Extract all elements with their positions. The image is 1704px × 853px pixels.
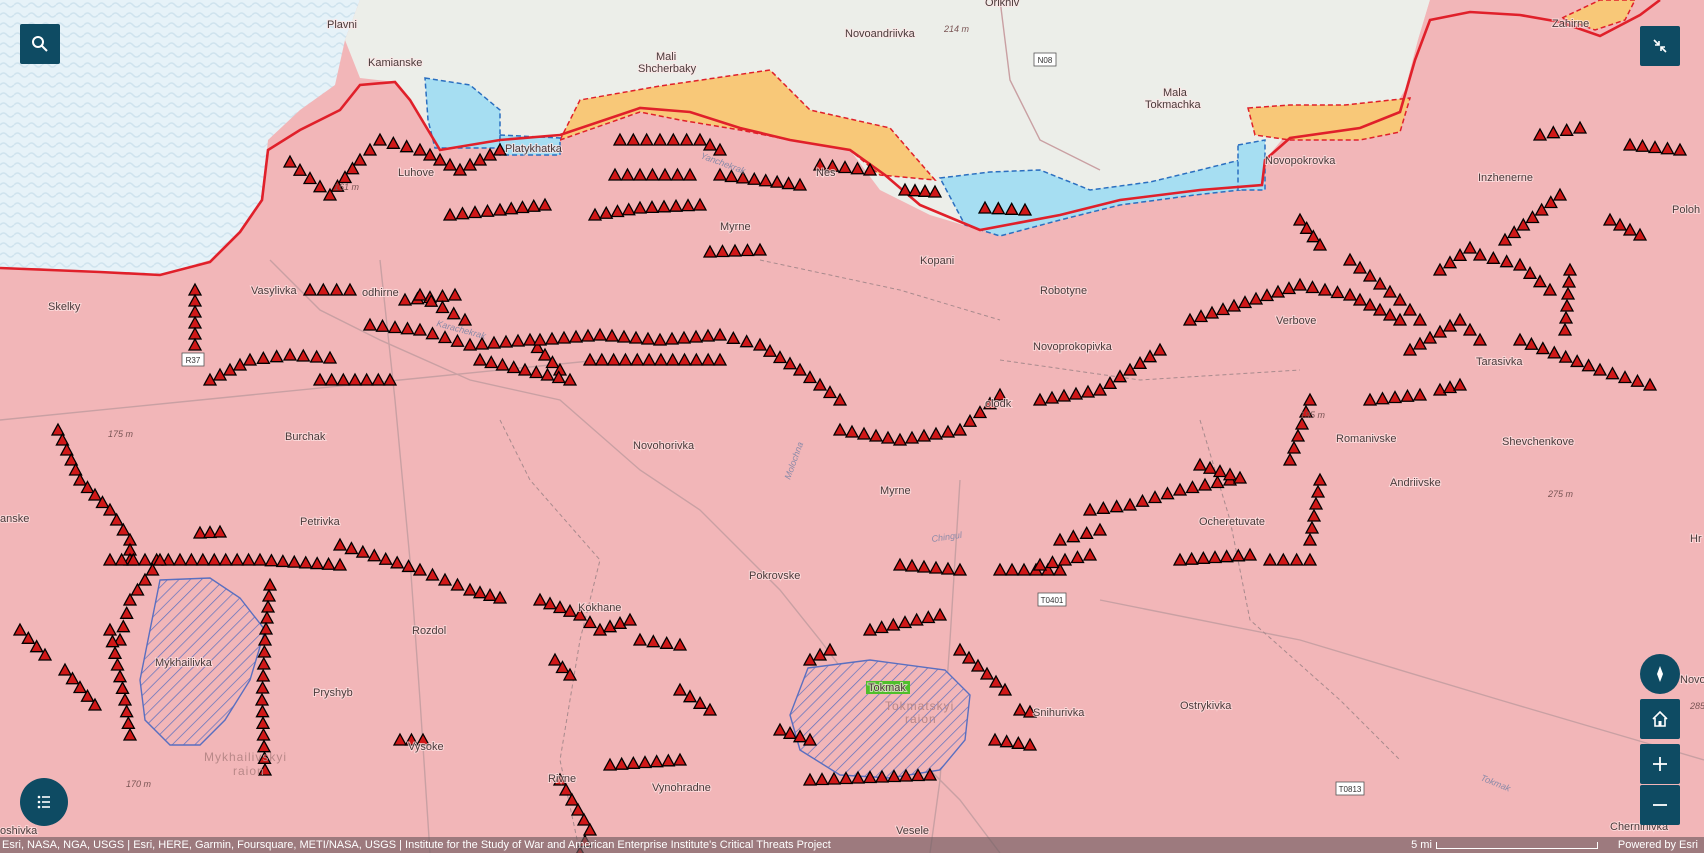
tokmak-hatched-area — [789, 659, 971, 779]
road-shield-r37: R37 — [181, 352, 205, 367]
attribution-text[interactable]: Esri, NASA, NGA, USGS | Esri, HERE, Garm… — [0, 837, 1411, 853]
label-plavni: Plavni — [327, 19, 357, 31]
label-zahirne: Zahirne — [1552, 18, 1589, 30]
zoom-out-button[interactable] — [1640, 785, 1680, 825]
label-myrne-s: Myrne — [880, 485, 911, 497]
label-kokhane: Kokhane — [578, 602, 621, 614]
label-vasylivka: Vasylivka — [251, 285, 298, 297]
label-kamianske: Kamianske — [368, 57, 422, 69]
label-elev-175: 175 m — [108, 429, 134, 439]
label-vynohradne: Vynohradne — [652, 782, 711, 794]
label-mala-1: Mala — [1163, 87, 1188, 99]
label-petrivka: Petrivka — [300, 516, 341, 528]
label-myrne-n: Myrne — [720, 221, 751, 233]
zoom-in-button[interactable] — [1640, 744, 1680, 784]
label-luhove: Luhove — [398, 167, 434, 179]
compass-button[interactable] — [1640, 654, 1680, 694]
label-rivne: Rivne — [548, 773, 576, 785]
label-tokmak: Tokmak — [868, 682, 906, 694]
label-elev-214: 214 m — [943, 24, 970, 34]
label-mykhailivka: Mykhailivka — [155, 657, 213, 669]
label-elev-170: 170 m — [126, 779, 152, 789]
label-tokmatskyi-2: raion — [905, 712, 937, 726]
label-tarasivka: Tarasivka — [1476, 356, 1523, 368]
attribution-bar: Esri, NASA, NGA, USGS | Esri, HERE, Garm… — [0, 837, 1704, 853]
label-verbove: Verbove — [1276, 315, 1316, 327]
road-shield-t0813: T0813 — [1335, 781, 1365, 796]
list-icon — [37, 795, 50, 809]
home-button[interactable] — [1640, 699, 1680, 739]
label-inzhenerne: Inzhenerne — [1478, 172, 1533, 184]
minus-icon — [1653, 804, 1667, 806]
label-mali-1: Mali — [656, 51, 676, 63]
label-robotyne: Robotyne — [1040, 285, 1087, 297]
label-skelky: Skelky — [48, 301, 81, 313]
map-view[interactable]: N08 R37 T0401 T0813 Plavni Kamianske Mal… — [0, 0, 1704, 853]
label-novoandriivka: Novoandriivka — [845, 28, 916, 40]
label-platykhatka: Platykhatka — [505, 143, 563, 155]
home-icon — [1652, 710, 1668, 727]
label-mali-2: Shcherbaky — [638, 63, 697, 75]
collapse-button[interactable] — [1640, 26, 1680, 66]
label-novopokrovka: Novopokrovka — [1265, 155, 1336, 167]
label-anske: anske — [0, 513, 29, 525]
label-shevchenkove: Shevchenkove — [1502, 436, 1574, 448]
label-vysoke: Vysoke — [408, 741, 444, 753]
label-nes: Nes — [816, 167, 836, 179]
label-rozdol: Rozdol — [412, 625, 446, 637]
road-shield-t0401: T0401 — [1037, 592, 1067, 607]
label-elev-275: 275 m — [1547, 489, 1574, 499]
label-mykhailivskyi-1: Mykhailivskyi — [204, 750, 287, 764]
compass-icon — [1657, 666, 1663, 682]
label-kopani: Kopani — [920, 255, 954, 267]
label-solodka: olodk — [985, 398, 1012, 410]
svg-text:R37: R37 — [186, 356, 201, 365]
svg-text:T0401: T0401 — [1041, 596, 1064, 605]
scale-label: 5 mi — [1411, 839, 1432, 851]
svg-text:T0813: T0813 — [1339, 785, 1362, 794]
collapse-icon — [1653, 39, 1667, 53]
label-mykhailivskyi-2: raion — [233, 764, 265, 778]
label-mala-2: Tokmachka — [1145, 99, 1202, 111]
plus-icon — [1653, 757, 1667, 771]
label-elev-285: 285 — [1689, 701, 1704, 711]
search-button[interactable] — [20, 24, 60, 64]
label-pokrovske: Pokrovske — [749, 570, 800, 582]
label-novoprokopivka: Novoprokopivka — [1033, 341, 1113, 353]
label-vesele: Vesele — [896, 825, 929, 837]
map-canvas[interactable]: N08 R37 T0401 T0813 Plavni Kamianske Mal… — [0, 0, 1704, 853]
label-orikhiv: Orikhiv — [985, 0, 1020, 9]
label-podhirne: odhirne — [362, 287, 399, 299]
road-shield-n08: N08 — [1033, 52, 1057, 67]
label-pryshyb: Pryshyb — [313, 687, 353, 699]
scale-bar: 5 mi — [1411, 837, 1608, 853]
label-tokmatskyi-1: Tokmatskyi — [885, 699, 954, 713]
label-hr: Hr — [1690, 533, 1702, 545]
label-oshivka: oshivka — [0, 825, 38, 837]
label-ocheretuvate: Ocheretuvate — [1199, 516, 1265, 528]
svg-text:N08: N08 — [1038, 56, 1053, 65]
label-andriivske: Andriivske — [1390, 477, 1441, 489]
label-ostrykivka: Ostrykivka — [1180, 700, 1232, 712]
label-novop: Novop — [1680, 674, 1704, 686]
search-icon — [32, 36, 48, 52]
label-snihurivka: Snihurivka — [1033, 707, 1085, 719]
scale-bar-line — [1435, 841, 1598, 849]
label-romanivske: Romanivske — [1336, 433, 1397, 445]
label-elev-161: 161 m — [334, 182, 360, 192]
label-poloh: Poloh — [1672, 204, 1700, 216]
powered-by-esri[interactable]: Powered by Esri — [1618, 837, 1704, 853]
label-elev-195: 195 m — [1300, 410, 1326, 420]
blue-area-4 — [1237, 139, 1266, 191]
label-burchak: Burchak — [285, 431, 326, 443]
label-novohorivka: Novohorivka — [633, 440, 695, 452]
layers-list-button[interactable] — [20, 778, 68, 826]
